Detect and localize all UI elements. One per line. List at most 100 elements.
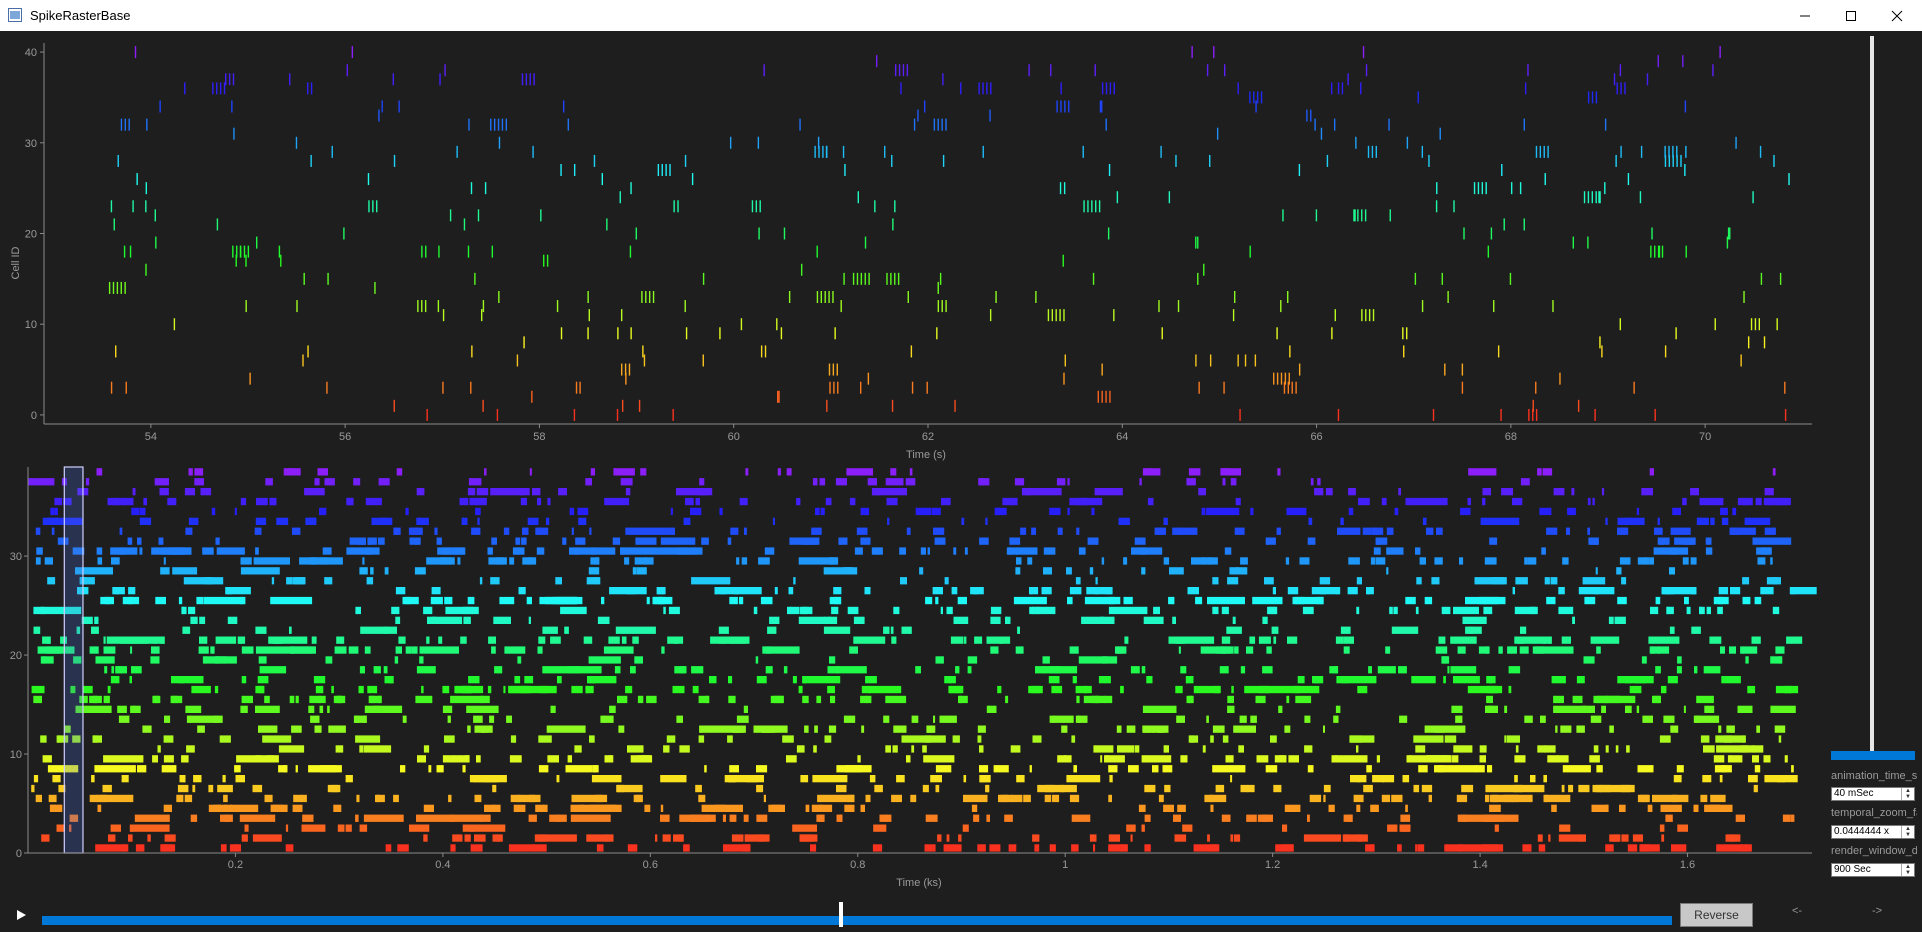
spike-density-mark [979,775,991,783]
spike-density-mark [1590,715,1602,723]
spike-density-mark [42,636,51,644]
spike-density-mark [1098,676,1106,684]
spike-density-mark [829,596,841,605]
spike-density-mark [1667,676,1678,684]
close-button[interactable] [1874,0,1920,31]
top-raster-chart[interactable]: 54 56 58 60 62 64 66 68 70 010203040 Time (s) Ce… [0,31,1840,468]
render-window-duration-spinbox[interactable]: 900 Sec ▲ ▼ [1831,863,1915,877]
spike-density-mark [627,844,638,852]
playback-slider-handle[interactable] [838,902,843,927]
spike-density-mark [1546,527,1558,535]
spike-density-mark [600,715,606,723]
spike-density-mark [1149,468,1161,476]
spin-arrows-icon[interactable]: ▲ ▼ [1901,788,1914,800]
spike-density-mark [1609,834,1621,842]
spike-density-mark [444,735,455,743]
spike-density-mark [1303,834,1342,842]
spike-density-mark [963,775,967,783]
spike-density-mark [1642,715,1653,723]
spike-density-mark [140,517,148,525]
spike-density-mark [985,517,988,525]
time-window-selection[interactable] [63,466,84,854]
spike-density-mark [204,656,207,664]
spike-density-mark [1353,794,1364,803]
spike-density-mark [547,497,551,506]
spike-density-mark [1225,755,1234,763]
spike-density-mark [1348,557,1360,565]
spike-density-mark [1486,695,1493,704]
spike-density-mark [324,478,335,486]
spike-density-mark [1017,626,1020,634]
spike-density-mark [1617,676,1654,684]
spin-arrows-icon[interactable]: ▲ ▼ [1901,864,1914,876]
temporal-zoom-factor-spinbox[interactable]: 0.0444444 x ▲ ▼ [1831,825,1915,839]
spike-density-mark [1348,507,1354,516]
spike-density-mark [1435,646,1448,654]
step-forward-button[interactable]: -> [1872,905,1882,917]
spike-density-mark [1619,557,1631,565]
vertical-slider-handle[interactable] [1831,751,1915,760]
spike-density-mark [345,824,352,832]
spike-density-mark [971,804,978,812]
spike-density-mark [1219,666,1229,674]
spin-arrows-icon[interactable]: ▲ ▼ [1901,826,1914,838]
playback-slider-track[interactable] [42,916,1672,925]
reverse-button[interactable]: Reverse [1680,903,1753,927]
vertical-slider-track[interactable] [1870,36,1874,754]
spike-density-mark [423,834,428,842]
spike-density-mark [480,695,490,704]
spike-density-mark [253,557,290,565]
top-spike-marks [108,46,1790,421]
spike-density-mark [1674,537,1685,545]
spike-density-mark [1790,814,1795,822]
spike-density-mark [186,745,195,753]
spike-density-mark [1284,725,1291,733]
spike-density-mark [1336,676,1377,684]
spike-density-mark [1589,755,1600,763]
spike-density-mark [1188,468,1201,476]
spike-density-mark [701,537,709,545]
animation-time-step-spinbox[interactable]: 40 mSec ▲ ▼ [1831,787,1915,801]
spike-density-mark [1286,695,1290,704]
spike-density-mark [1069,794,1080,803]
spike-density-mark [1641,488,1653,496]
spike-density-mark [1076,527,1080,535]
play-button[interactable] [12,906,30,924]
spike-density-mark [377,537,385,545]
spike-density-mark [488,557,504,565]
spike-density-mark [1650,606,1659,615]
spike-density-mark [1540,715,1546,723]
x-tick-label: 70 [1699,431,1711,443]
spike-density-mark [463,616,471,624]
spike-density-mark [1174,834,1187,842]
spike-density-mark [836,765,872,773]
spike-density-mark [1729,527,1756,535]
spike-density-mark [1690,587,1695,595]
spike-density-mark [128,596,140,605]
spike-density-mark [1406,755,1412,763]
spike-density-mark [143,497,147,506]
spike-density-mark [1537,468,1542,476]
spike-density-mark [1742,497,1753,506]
maximize-button[interactable] [1828,0,1874,31]
spike-density-mark [1604,784,1635,793]
minimize-button[interactable] [1782,0,1828,31]
spike-density-mark [178,596,183,605]
spike-density-mark [1539,507,1552,516]
spike-density-mark [734,587,739,595]
bottom-raster-chart[interactable]: 0.2 0.4 0.6 0.8 1 1.2 1.4 1.6 0102030 Time (ks) [0,462,1840,898]
spike-density-mark [172,567,198,575]
spike-density-mark [825,497,832,506]
spike-density-mark [1227,705,1235,713]
step-back-button[interactable]: <- [1792,905,1802,917]
spike-density-mark [1319,577,1331,585]
spike-density-mark [1123,596,1133,605]
spike-density-mark [1669,626,1675,634]
spike-density-mark [979,537,989,545]
spike-density-mark [1768,497,1773,506]
spike-density-mark [1081,616,1115,624]
spike-density-mark [31,784,35,793]
spike-density-mark [588,656,621,664]
spike-density-mark [289,626,292,634]
spike-density-mark [1396,547,1404,555]
